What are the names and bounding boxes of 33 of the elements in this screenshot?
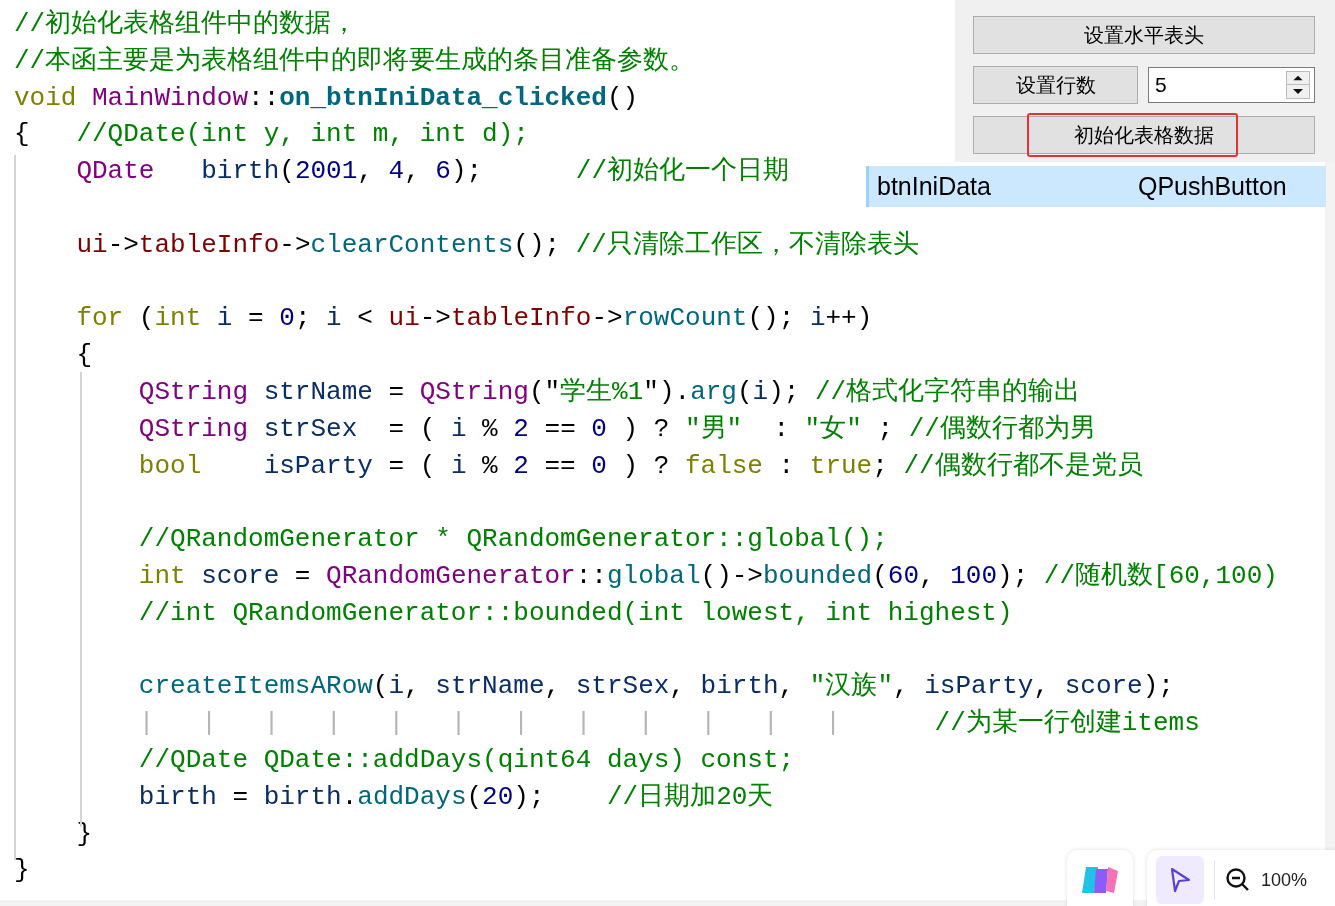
code-line: QString strName = QString("学生%1").arg(i); //格式化字符串的输出 bbox=[137, 376, 1081, 407]
code-line: createItemsARow(i, strName, strSex, birth, "汉族", isParty, score); bbox=[137, 671, 1174, 702]
code-line: //QDate QDate::addDays(qint64 days) const; bbox=[137, 744, 795, 775]
spin-down-icon[interactable] bbox=[1287, 85, 1309, 98]
code-line: bool isParty = ( i % 2 == 0 ) ? false : true; //偶数行都不是党员 bbox=[137, 450, 1143, 481]
push-button[interactable]: 初始化表格数据 bbox=[973, 116, 1315, 154]
code-line: birth = birth.addDays(20); //日期加20天 bbox=[137, 781, 774, 812]
code-line: void MainWindow::on_btnIniData_clicked() bbox=[14, 82, 639, 113]
code-line: QDate birth(2001, 4, 6); //初始化一个日期 bbox=[75, 156, 789, 187]
push-button[interactable]: 设置行数 bbox=[973, 66, 1138, 104]
spin-up-icon[interactable] bbox=[1287, 72, 1309, 85]
code-line: //本函主要是为表格组件中的即将要生成的条目准备参数。 bbox=[14, 45, 696, 76]
object-name: btnIniData bbox=[877, 170, 992, 202]
code-line: //初始化表格组件中的数据， bbox=[14, 9, 358, 39]
app-logo-icon[interactable] bbox=[1080, 865, 1120, 895]
code-line: | | | | | | | | | | | | //为某一行创建items bbox=[137, 708, 1200, 739]
code-line: //QRandomGenerator * QRandomGenerator::global(); bbox=[137, 524, 888, 555]
code-line: } bbox=[14, 855, 30, 886]
code-line: int score = QRandomGenerator::global()->bounded(60, 100); //随机数[60,100) bbox=[137, 560, 1278, 591]
code-line: { bbox=[75, 340, 92, 371]
push-button[interactable]: 设置水平表头 bbox=[973, 16, 1315, 54]
code-line: for (int i = 0; i < ui->tableInfo->rowCount(); i++) bbox=[75, 303, 873, 334]
code-line: ui->tableInfo->clearContents(); //只清除工作区，不清除表头 bbox=[75, 229, 919, 260]
object-row[interactable]: btnIniData QPushButton bbox=[866, 166, 1326, 207]
pointer-button[interactable] bbox=[1156, 856, 1204, 904]
cursor-icon bbox=[1169, 867, 1191, 893]
code-line: QString strSex = ( i % 2 == 0 ) ? "男" : "女" ; //偶数行都为男 bbox=[137, 413, 1096, 444]
code-line: { //QDate(int y, int m, int d); bbox=[14, 119, 529, 150]
zoom-out-icon[interactable] bbox=[1225, 867, 1251, 893]
zoom-level: 100% bbox=[1261, 868, 1308, 892]
code-line: //int QRandomGenerator::bounded(int lowest, int highest) bbox=[137, 597, 1013, 628]
spin-box[interactable]: 5 bbox=[1148, 67, 1315, 103]
object-class: QPushButton bbox=[1138, 170, 1287, 202]
